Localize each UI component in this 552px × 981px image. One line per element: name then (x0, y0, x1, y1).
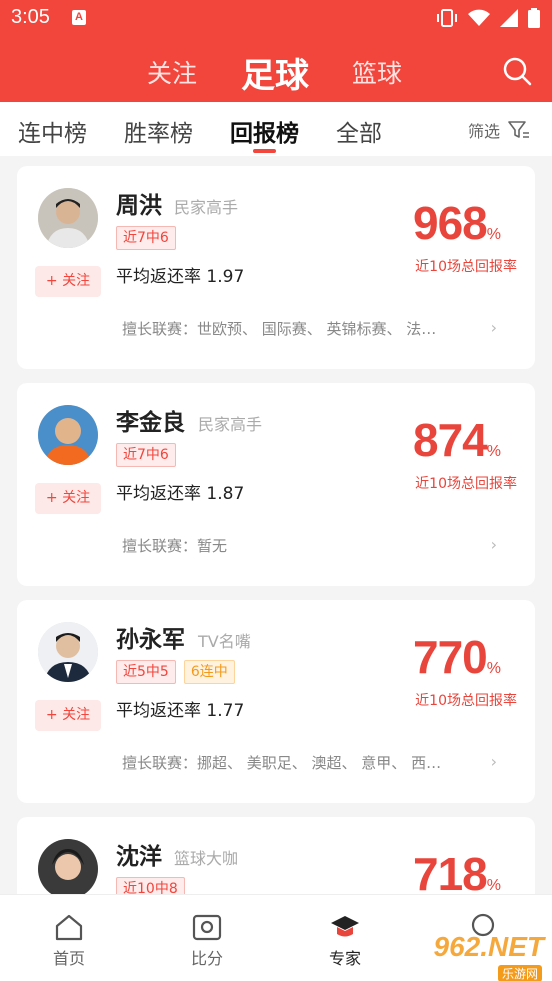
return-percent: 874% (413, 413, 501, 467)
tab-return-ranking[interactable]: 回报榜 (230, 114, 299, 148)
filter-icon (508, 121, 529, 138)
return-percent-value: 770 (413, 631, 488, 683)
expert-name: 孙永军 (116, 627, 185, 653)
return-percent-label: 近10场总回报率 (415, 693, 517, 709)
wifi-icon (468, 9, 490, 26)
return-percent-label: 近10场总回报率 (415, 476, 517, 492)
percent-unit: % (486, 660, 501, 677)
follow-button[interactable]: + 关注 (35, 700, 101, 731)
record-badge: 近7中6 (116, 443, 176, 467)
status-time: 3:05 (11, 6, 50, 28)
chevron-right-icon[interactable]: › (491, 535, 497, 554)
header: 关注 足球 篮球 (0, 38, 552, 102)
percent-unit: % (486, 226, 501, 243)
expert-card[interactable]: + 关注 周洪 民家高手 近7中6 平均返还率 1.97 968% 近10场总回… (17, 166, 535, 369)
record-badge: 近10中8 (116, 877, 185, 894)
vibrate-icon (437, 9, 457, 27)
bottom-nav: 首页 比分 专家 962.NET 乐游网 (0, 894, 552, 981)
badges: 近10中8 (116, 877, 185, 894)
battery-icon (528, 8, 540, 28)
average-return: 平均返还率 1.77 (116, 701, 245, 721)
return-percent-value: 874 (413, 414, 488, 466)
avatar[interactable] (38, 405, 98, 465)
signal-icon (500, 9, 518, 27)
expert-leagues: 擅长联赛：世欧预、 国际赛、 英锦标赛、 法… (122, 320, 437, 338)
tab-streak-ranking[interactable]: 连中榜 (18, 114, 87, 148)
tab-basketball[interactable]: 篮球 (352, 54, 402, 90)
nav-expert-label: 专家 (328, 949, 361, 968)
graduation-cap-icon (331, 916, 359, 937)
expert-title: 篮球大咖 (174, 849, 239, 868)
percent-unit: % (486, 877, 501, 894)
watermark-sub: 乐游网 (497, 965, 542, 981)
badges: 近5中5 6连中 (116, 660, 235, 684)
expert-title: TV名嘴 (198, 632, 251, 651)
return-percent: 770% (413, 630, 501, 684)
expert-card[interactable]: 沈洋 篮球大咖 近10中8 718% (17, 817, 535, 894)
search-icon[interactable] (502, 56, 532, 86)
streak-badge: 6连中 (183, 660, 235, 684)
return-percent: 968% (413, 196, 501, 250)
status-icons (436, 8, 540, 28)
avatar[interactable] (38, 839, 98, 894)
chevron-right-icon[interactable]: › (491, 318, 497, 337)
average-return: 平均返还率 1.97 (116, 267, 245, 287)
nav-home[interactable]: 首页 (39, 913, 99, 969)
home-icon (55, 914, 83, 941)
return-percent-value: 718 (413, 848, 488, 894)
tab-all[interactable]: 全部 (336, 114, 382, 148)
expert-card[interactable]: + 关注 李金良 民家高手 近7中6 平均返还率 1.87 874% 近10场总… (17, 383, 535, 586)
average-return: 平均返还率 1.87 (116, 484, 245, 504)
tab-football[interactable]: 足球 (241, 48, 309, 97)
active-tab-indicator (253, 149, 276, 153)
expert-title: 民家高手 (174, 198, 239, 217)
expert-name: 李金良 (116, 410, 185, 436)
nav-home-label: 首页 (52, 949, 85, 968)
expert-list: + 关注 周洪 民家高手 近7中6 平均返还率 1.97 968% 近10场总回… (0, 156, 552, 894)
expert-title: 民家高手 (198, 415, 263, 434)
nav-score-label: 比分 (190, 949, 223, 968)
filter-button[interactable]: 筛选 (468, 118, 530, 142)
record-badge: 近5中5 (116, 660, 176, 684)
nav-score[interactable]: 比分 (177, 913, 237, 969)
badges: 近7中6 (116, 226, 176, 250)
filter-label: 筛选 (467, 122, 500, 141)
score-icon (192, 914, 222, 941)
badges: 近7中6 (116, 443, 176, 467)
expert-leagues: 擅长联赛：挪超、 美职足、 澳超、 意甲、 西… (122, 754, 442, 772)
avatar[interactable] (38, 622, 98, 682)
return-percent-label: 近10场总回报率 (415, 259, 517, 275)
return-percent-value: 968 (413, 197, 488, 249)
nav-expert[interactable]: 专家 (315, 913, 375, 969)
follow-button[interactable]: + 关注 (35, 483, 101, 514)
expert-name: 沈洋 (116, 844, 162, 870)
follow-button[interactable]: + 关注 (35, 266, 101, 297)
expert-leagues: 擅长联赛：暂无 (122, 537, 228, 555)
tab-follow[interactable]: 关注 (147, 54, 197, 90)
expert-card[interactable]: + 关注 孙永军 TV名嘴 近5中5 6连中 平均返还率 1.77 770% 近… (17, 600, 535, 803)
avatar[interactable] (38, 188, 98, 248)
tab-winrate-ranking[interactable]: 胜率榜 (124, 114, 193, 148)
app-notification-icon: A (72, 10, 86, 25)
record-badge: 近7中6 (116, 226, 176, 250)
status-bar: 3:05 A (0, 0, 552, 38)
ranking-tabs: 连中榜 胜率榜 回报榜 全部 筛选 (0, 102, 552, 156)
watermark-logo: 962.NET (433, 931, 545, 962)
percent-unit: % (486, 443, 501, 460)
expert-name: 周洪 (116, 193, 162, 219)
chevron-right-icon[interactable]: › (491, 752, 497, 771)
return-percent: 718% (413, 847, 501, 894)
